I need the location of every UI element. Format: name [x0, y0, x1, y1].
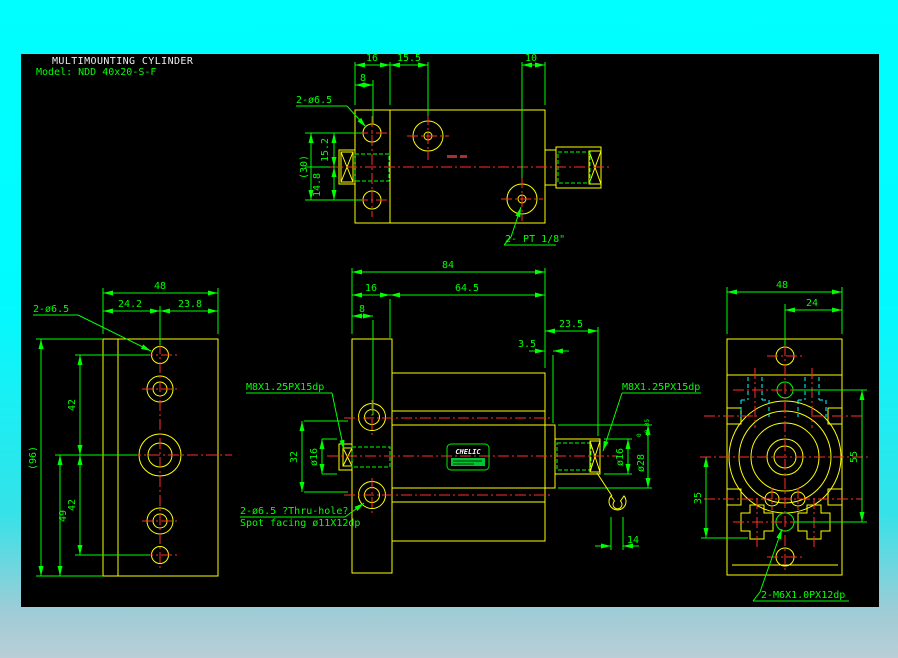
dim-48: 48 [776, 280, 788, 291]
dim-42-lower: 42 [67, 499, 78, 511]
dim-dia16-right: ø16 [615, 448, 626, 466]
dim-10: 10 [525, 53, 537, 64]
label-fine-print [451, 458, 485, 466]
dim-23-8: 23.8 [178, 299, 202, 310]
label-m6-holes: 2-M6X1.0PX12dp [761, 590, 845, 601]
tiny-marking [447, 155, 457, 158]
dim-32: 32 [289, 451, 300, 463]
label-spot-facing: Spot facing ø11X12dp [240, 518, 360, 529]
tiny-marking [460, 155, 467, 158]
drawing-canvas[interactable] [21, 54, 879, 607]
brand-label-plate: CHELIC [447, 444, 489, 470]
dim-14: 14 [627, 535, 639, 546]
dim-16: 16 [365, 283, 377, 294]
dim-23-5: 23.5 [559, 319, 583, 330]
label-thread-right: M8X1.25PX15dp [622, 382, 700, 393]
model-number: Model: NDD 40x20-S-F [36, 67, 156, 78]
dim-dia28-tol-lower: -0.05 [644, 419, 651, 437]
dim-24: 24 [806, 298, 818, 309]
drawing-title: MULTIMOUNTING CYLINDER [52, 56, 194, 67]
label-thread-left: M8X1.25PX15dp [246, 382, 324, 393]
dim-15-2: 15.2 [320, 138, 331, 162]
dim-14-8: 14.8 [312, 173, 323, 197]
dim-dia28: ø28 [636, 454, 647, 472]
dim-dia16-left: ø16 [309, 448, 320, 466]
dim-15-5: 15.5 [397, 53, 421, 64]
dim-84: 84 [442, 260, 454, 271]
dim-8: 8 [360, 73, 366, 84]
label-thru-hole: 2-ø6.5 ?Thru-hole? [240, 506, 348, 517]
dim-30: (30) [299, 155, 310, 179]
dim-42-upper: 42 [67, 399, 78, 411]
label-holes: 2-ø6.5 [296, 95, 332, 106]
dim-8: 8 [359, 304, 365, 315]
dim-24-2: 24.2 [118, 299, 142, 310]
dim-16: 16 [366, 53, 378, 64]
label-holes: 2-ø6.5 [33, 304, 69, 315]
brand-logo-text: CHELIC [455, 448, 481, 456]
dim-35: 35 [693, 492, 704, 504]
dim-96: (96) [28, 446, 39, 470]
label-ports: 2- PT 1/8" [505, 234, 565, 245]
dim-64-5: 64.5 [455, 283, 479, 294]
dim-3-5: 3.5 [518, 339, 536, 350]
dim-48: 48 [154, 281, 166, 292]
dim-55: 55 [849, 451, 860, 463]
dim-49: 49 [58, 510, 69, 522]
cad-application-window: MULTIMOUNTING CYLINDER Model: NDD 40x20-… [0, 0, 898, 658]
dim-dia28-tol-upper: 0 [636, 433, 643, 437]
